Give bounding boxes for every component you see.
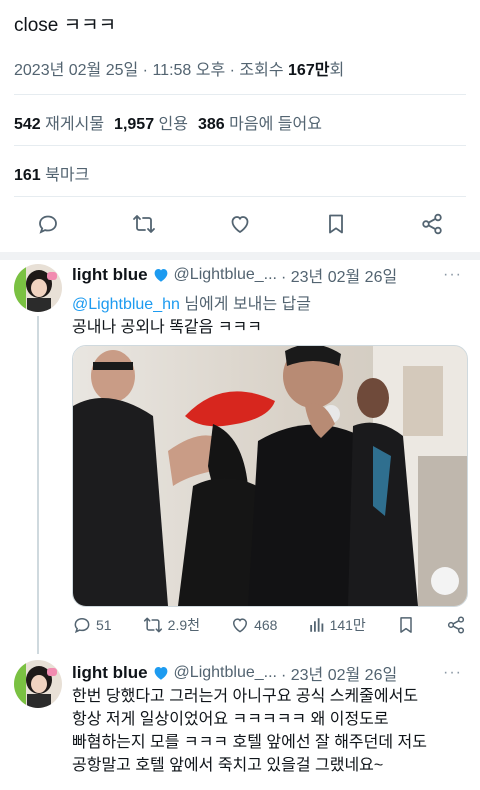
like-count: 468: [254, 617, 278, 633]
share-icon[interactable]: [418, 210, 446, 238]
reply-header: light blue @Lightblue_... · 23년 02월 26일: [72, 661, 397, 685]
replying-to: @Lightblue_hn 님에게 보내는 답글: [72, 290, 311, 314]
section-separator: [0, 252, 480, 260]
reply-text: 한번 당했다고 그러는거 아니구요 공식 스케줄에서도 항상 저게 일상이었어요…: [72, 685, 467, 777]
retweet-icon: [143, 617, 162, 633]
like-count-button[interactable]: 468: [230, 615, 277, 635]
retweet-icon[interactable]: [130, 210, 158, 238]
bookmark-icon[interactable]: [322, 210, 350, 238]
reply-count: 51: [96, 617, 112, 633]
reply-action-bar: 51 2.9천 468 141만: [72, 615, 466, 635]
views-chart-icon: [309, 618, 323, 632]
divider: [14, 145, 466, 146]
heart-icon[interactable]: [226, 210, 254, 238]
thread-line: [37, 316, 39, 654]
reply-header: light blue @Lightblue_... · 23년 02월 26일: [72, 263, 397, 287]
avatar[interactable]: [14, 660, 62, 708]
verified-heart-icon: [152, 266, 170, 284]
reply-text-line: 공항말고 호텔 앞에서 죽치고 있을걸 그랬네요~: [72, 757, 384, 774]
replying-to-suffix: 님에게 보내는 답글: [179, 296, 311, 313]
bookmarks-stat[interactable]: 161 북마크: [14, 161, 89, 185]
tweet-text: close ㅋㅋㅋ: [14, 15, 117, 36]
view-count: 167만: [288, 62, 330, 79]
reply-icon[interactable]: [34, 210, 62, 238]
reply-text-line: 한번 당했다고 그러는거 아니구요 공식 스케줄에서도: [72, 688, 419, 705]
share-button[interactable]: [446, 615, 466, 635]
bookmark-button[interactable]: [396, 615, 416, 635]
likes-stat[interactable]: 386 마음에 들어요: [198, 110, 322, 134]
author-handle[interactable]: @Lightblue_...: [174, 266, 277, 284]
divider: [14, 196, 466, 197]
reply-text-line: 빠혐하는지 모를 ㅋㅋㅋ 호텔 앞에선 잘 해주던데 저도: [72, 734, 427, 751]
quotes-stat[interactable]: 1,957 인용: [114, 110, 188, 134]
avatar[interactable]: [14, 264, 62, 312]
reply-text: 공내나 공외나 똑같음 ㅋㅋㅋ: [72, 319, 262, 336]
more-options-icon[interactable]: ···: [443, 664, 462, 682]
more-options-icon[interactable]: ···: [443, 266, 462, 284]
replying-to-handle[interactable]: @Lightblue_hn: [72, 296, 180, 313]
divider: [14, 94, 466, 95]
reply-text-line: 항상 저게 일상이었어요 ㅋㅋㅋㅋㅋ 왜 이정도로: [72, 711, 389, 728]
author-name[interactable]: light blue: [72, 663, 148, 683]
views-count: 141만: [329, 617, 366, 633]
retweet-count-button[interactable]: 2.9천: [142, 615, 200, 635]
author-name[interactable]: light blue: [72, 265, 148, 285]
view-suffix: 회: [329, 62, 345, 79]
verified-heart-icon: [152, 664, 170, 682]
reply-date[interactable]: · 23년 02월 26일: [281, 661, 397, 685]
reply-count-button[interactable]: 51: [72, 615, 112, 635]
tweet-date-views[interactable]: 2023년 02월 25일 · 11:58 오후 · 조회수: [14, 62, 288, 79]
heart-icon: [233, 618, 248, 633]
retweet-count: 2.9천: [167, 617, 201, 633]
author-handle[interactable]: @Lightblue_...: [174, 664, 277, 682]
retweets-stat[interactable]: 542 재게시물: [14, 110, 104, 134]
tweet-action-bar: [0, 206, 480, 242]
reply-date[interactable]: · 23년 02월 26일: [281, 263, 397, 287]
share-icon: [447, 616, 465, 634]
views-count-button[interactable]: 141만: [308, 615, 366, 635]
reply-photo[interactable]: [72, 345, 468, 607]
tweet-meta: 2023년 02월 25일 · 11:58 오후 · 조회수 167만회: [14, 56, 344, 80]
bookmark-icon: [400, 617, 412, 633]
reply-icon: [74, 617, 90, 634]
engagement-stats: 542 재게시물 1,957 인용 386 마음에 들어요: [14, 110, 322, 134]
